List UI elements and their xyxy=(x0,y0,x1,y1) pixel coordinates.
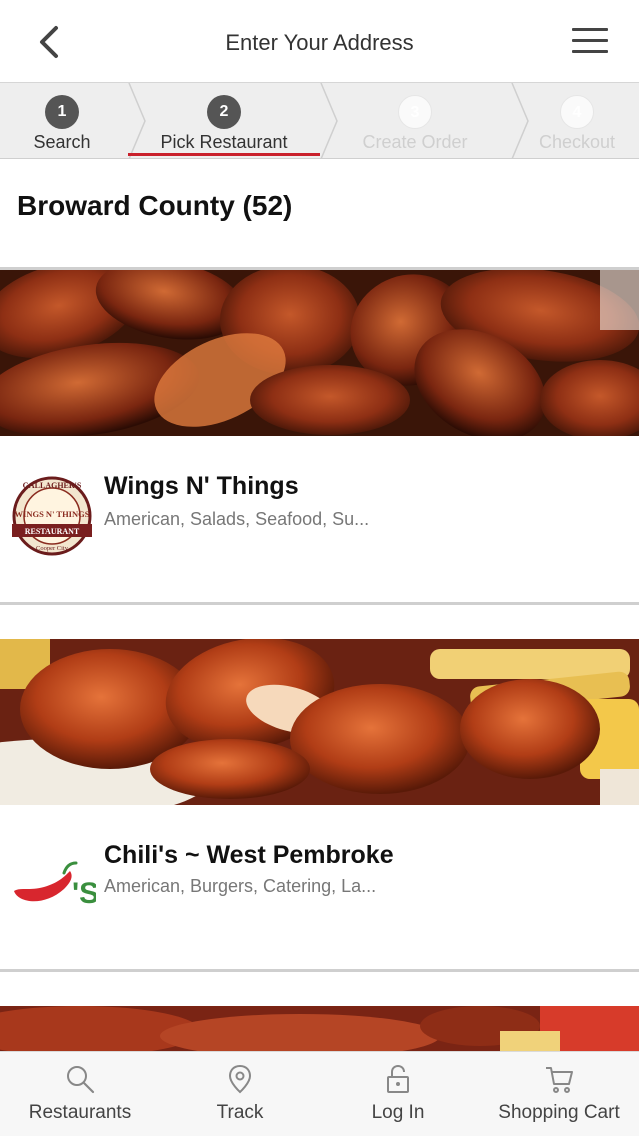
step-checkout: 4 Checkout xyxy=(525,83,629,159)
step-label: Create Order xyxy=(362,132,468,152)
restaurant-cuisine: American, Burgers, Catering, La... xyxy=(104,876,377,896)
step-label: Pick Restaurant xyxy=(160,132,288,152)
nav-label: Track xyxy=(216,1102,264,1123)
order-progress-stepper: 1 Search 2 Pick Restaurant 3 Create Orde… xyxy=(0,83,639,159)
location-pin-icon xyxy=(228,1064,252,1094)
active-step-indicator xyxy=(128,153,320,156)
chilis-logo: 'S xyxy=(14,861,96,910)
wings-n-things-logo: GALLAGHER'S WINGS N' THINGS RESTAURANT C… xyxy=(12,476,92,556)
cart-icon xyxy=(546,1067,573,1093)
nav-label: Shopping Cart xyxy=(498,1102,620,1123)
svg-text:Cooper City: Cooper City xyxy=(36,545,69,552)
restaurant-name: Chili's ~ West Pembroke xyxy=(104,841,394,869)
search-icon xyxy=(67,1066,95,1094)
app-header: Enter Your Address xyxy=(0,0,639,83)
nav-label: Log In xyxy=(371,1102,425,1123)
lock-icon xyxy=(387,1064,409,1093)
nav-track[interactable]: Track xyxy=(190,1052,290,1136)
restaurant-photo-chilis[interactable] xyxy=(0,639,639,805)
restaurant-photo-wings[interactable] xyxy=(0,270,639,436)
step-number: 4 xyxy=(560,95,594,129)
page-title: Enter Your Address xyxy=(225,30,414,55)
svg-text:GALLAGHER'S: GALLAGHER'S xyxy=(23,481,82,490)
svg-text:'S: 'S xyxy=(72,877,96,910)
svg-text:RESTAURANT: RESTAURANT xyxy=(25,527,80,536)
bottom-navigation: Restaurants Track Log In Shopping Cart xyxy=(0,1051,639,1136)
nav-login[interactable]: Log In xyxy=(348,1052,448,1136)
step-label: Search xyxy=(33,132,91,152)
divider xyxy=(0,602,639,605)
divider xyxy=(0,969,639,972)
restaurant-name: Wings N' Things xyxy=(104,472,299,500)
nav-shopping-cart[interactable]: Shopping Cart xyxy=(494,1052,624,1136)
svg-text:WINGS N' THINGS: WINGS N' THINGS xyxy=(15,509,90,519)
nav-restaurants[interactable]: Restaurants xyxy=(20,1052,140,1136)
hamburger-menu-icon[interactable] xyxy=(572,28,608,56)
step-label: Checkout xyxy=(538,132,616,152)
step-number: 3 xyxy=(398,95,432,129)
step-number: 2 xyxy=(207,95,241,129)
step-divider xyxy=(320,83,338,159)
region-heading: Broward County (52) xyxy=(17,190,293,221)
step-create-order: 3 Create Order xyxy=(350,83,480,159)
restaurant-card-wings[interactable]: GALLAGHER'S WINGS N' THINGS RESTAURANT C… xyxy=(0,436,639,602)
restaurant-card-chilis[interactable]: 'S Chili's ~ West Pembroke American, Bur… xyxy=(0,805,639,971)
step-number: 1 xyxy=(45,95,79,129)
restaurant-photo-partial[interactable] xyxy=(0,1006,639,1051)
restaurant-cuisine: American, Salads, Seafood, Su... xyxy=(104,509,370,529)
step-search[interactable]: 1 Search xyxy=(12,83,112,159)
step-pick-restaurant[interactable]: 2 Pick Restaurant xyxy=(140,83,308,159)
nav-label: Restaurants xyxy=(28,1102,132,1123)
